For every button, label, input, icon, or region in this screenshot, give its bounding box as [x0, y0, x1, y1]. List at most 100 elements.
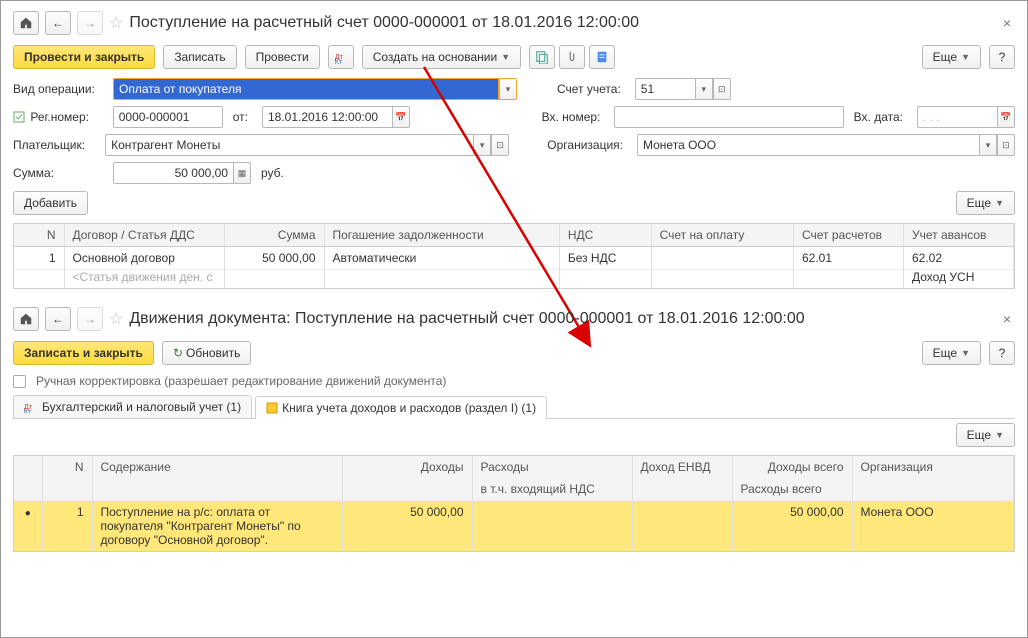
account-label: Счет учета:: [557, 82, 625, 96]
details-table: N Договор / Статья ДДС Сумма Погашение з…: [13, 223, 1015, 289]
sum-label: Сумма:: [13, 166, 103, 180]
col-advance: Учет авансов: [904, 224, 1014, 247]
ledger-icon: ДтКт: [24, 401, 38, 413]
document-icon: [13, 111, 27, 123]
help-button[interactable]: ?: [989, 45, 1015, 69]
col-invoice: Счет на оплату: [651, 224, 793, 247]
write-and-close-button[interactable]: Записать и закрыть: [13, 341, 154, 365]
help-button[interactable]: ?: [989, 341, 1015, 365]
related-docs-icon: [535, 50, 549, 64]
refresh-icon: ↻: [173, 346, 183, 360]
home-icon: [19, 312, 33, 326]
page-title: Движения документа: Поступление на расче…: [129, 310, 804, 328]
favorite-star-icon[interactable]: ☆: [109, 309, 123, 329]
arrow-left-icon: ←: [52, 312, 64, 326]
currency-label: руб.: [261, 166, 288, 180]
table-row[interactable]: 1 Основной договор 50 000,00 Автоматичес…: [14, 247, 1014, 270]
book-table: N Содержание Доходы Расходы Доход ЕНВД Д…: [13, 455, 1015, 552]
col-income-all: Доходы всего: [732, 456, 852, 478]
paperclip-icon: [565, 50, 579, 64]
home-button[interactable]: [13, 11, 39, 35]
movements-icon: ДтКт: [334, 50, 348, 64]
col-settle: Счет расчетов: [794, 224, 904, 247]
dropdown-button[interactable]: ▾: [499, 78, 517, 100]
report-button[interactable]: [589, 45, 615, 69]
chevron-down-icon: ▼: [501, 52, 510, 62]
date-input[interactable]: [262, 106, 392, 128]
payer-label: Плательщик:: [13, 138, 95, 152]
col-expense: Расходы: [472, 456, 632, 478]
sum-input[interactable]: [113, 162, 233, 184]
svg-text:Кт: Кт: [335, 59, 343, 64]
table-row[interactable]: ● 1 Поступление на р/с: оплата от покупа…: [14, 501, 1014, 552]
col-repay: Погашение задолженности: [324, 224, 559, 247]
col-expense-sub: в т.ч. входящий НДС: [472, 478, 632, 501]
in-no-label: Вх. номер:: [542, 110, 605, 124]
calendar-button[interactable]: 📅: [997, 106, 1015, 128]
calculator-button[interactable]: ▦: [233, 162, 251, 184]
table-more-button[interactable]: Еще▼: [956, 423, 1015, 447]
write-button[interactable]: Записать: [163, 45, 236, 69]
col-vat: НДС: [559, 224, 651, 247]
post-button[interactable]: Провести: [245, 45, 320, 69]
col-n: N: [42, 456, 92, 478]
home-button[interactable]: [13, 307, 39, 331]
dropdown-button[interactable]: ▾: [695, 78, 713, 100]
more-button[interactable]: Еще▼: [922, 341, 981, 365]
attach-button[interactable]: [559, 45, 585, 69]
col-descr: Содержание: [92, 456, 342, 478]
add-row-button[interactable]: Добавить: [13, 191, 88, 215]
chevron-down-icon: ▼: [961, 348, 970, 358]
col-income: Доходы: [342, 456, 472, 478]
forward-button[interactable]: →: [77, 307, 103, 331]
tab-book[interactable]: Книга учета доходов и расходов (раздел I…: [255, 396, 547, 419]
favorite-star-icon[interactable]: ☆: [109, 13, 123, 33]
reg-no-input[interactable]: [113, 106, 223, 128]
open-button[interactable]: ⊡: [713, 78, 731, 100]
in-no-input[interactable]: [614, 106, 843, 128]
in-date-input[interactable]: [917, 106, 997, 128]
arrow-right-icon: →: [84, 312, 96, 326]
close-button[interactable]: ×: [1003, 311, 1011, 327]
refresh-button[interactable]: ↻ Обновить: [162, 341, 251, 365]
row-marker-icon: ●: [25, 508, 31, 519]
tab-accounting[interactable]: ДтКт Бухгалтерский и налоговый учет (1): [13, 395, 252, 418]
more-button[interactable]: Еще▼: [922, 45, 981, 69]
manual-correction-checkbox[interactable]: [13, 375, 26, 388]
document-icon: [595, 50, 609, 64]
dropdown-button[interactable]: ▾: [979, 134, 997, 156]
payer-input[interactable]: [105, 134, 473, 156]
col-contract: Договор / Статья ДДС: [64, 224, 224, 247]
dropdown-button[interactable]: ▾: [473, 134, 491, 156]
svg-text:Кт: Кт: [24, 409, 32, 413]
table-more-button[interactable]: Еще▼: [956, 191, 1015, 215]
book-icon: [266, 402, 278, 414]
org-label: Организация:: [547, 138, 627, 152]
back-button[interactable]: ←: [45, 307, 71, 331]
page-title: Поступление на расчетный счет 0000-00000…: [129, 14, 639, 32]
post-and-close-button[interactable]: Провести и закрыть: [13, 45, 155, 69]
chevron-down-icon: ▼: [961, 52, 970, 62]
table-row-sub[interactable]: <Статья движения ден. с Доход УСН: [14, 270, 1014, 289]
calendar-button[interactable]: 📅: [392, 106, 410, 128]
in-date-label: Вх. дата:: [854, 110, 907, 124]
from-label: от:: [233, 110, 252, 124]
chevron-down-icon: ▼: [995, 198, 1004, 208]
col-income-all-sub: Расходы всего: [732, 478, 852, 501]
create-based-button[interactable]: Создать на основании▼: [362, 45, 521, 69]
arrow-right-icon: →: [84, 16, 96, 30]
manual-correction-label: Ручная корректировка (разрешает редактир…: [36, 374, 450, 388]
forward-button[interactable]: →: [77, 11, 103, 35]
col-sum: Сумма: [224, 224, 324, 247]
movements-button[interactable]: ДтКт: [328, 45, 354, 69]
close-button[interactable]: ×: [1003, 15, 1011, 31]
account-input[interactable]: [635, 78, 695, 100]
org-input[interactable]: [637, 134, 979, 156]
open-button[interactable]: ⊡: [997, 134, 1015, 156]
back-button[interactable]: ←: [45, 11, 71, 35]
home-icon: [19, 16, 33, 30]
related-docs-button[interactable]: [529, 45, 555, 69]
op-type-input[interactable]: [113, 78, 499, 100]
col-envd: Доход ЕНВД: [632, 456, 732, 478]
open-button[interactable]: ⊡: [491, 134, 509, 156]
